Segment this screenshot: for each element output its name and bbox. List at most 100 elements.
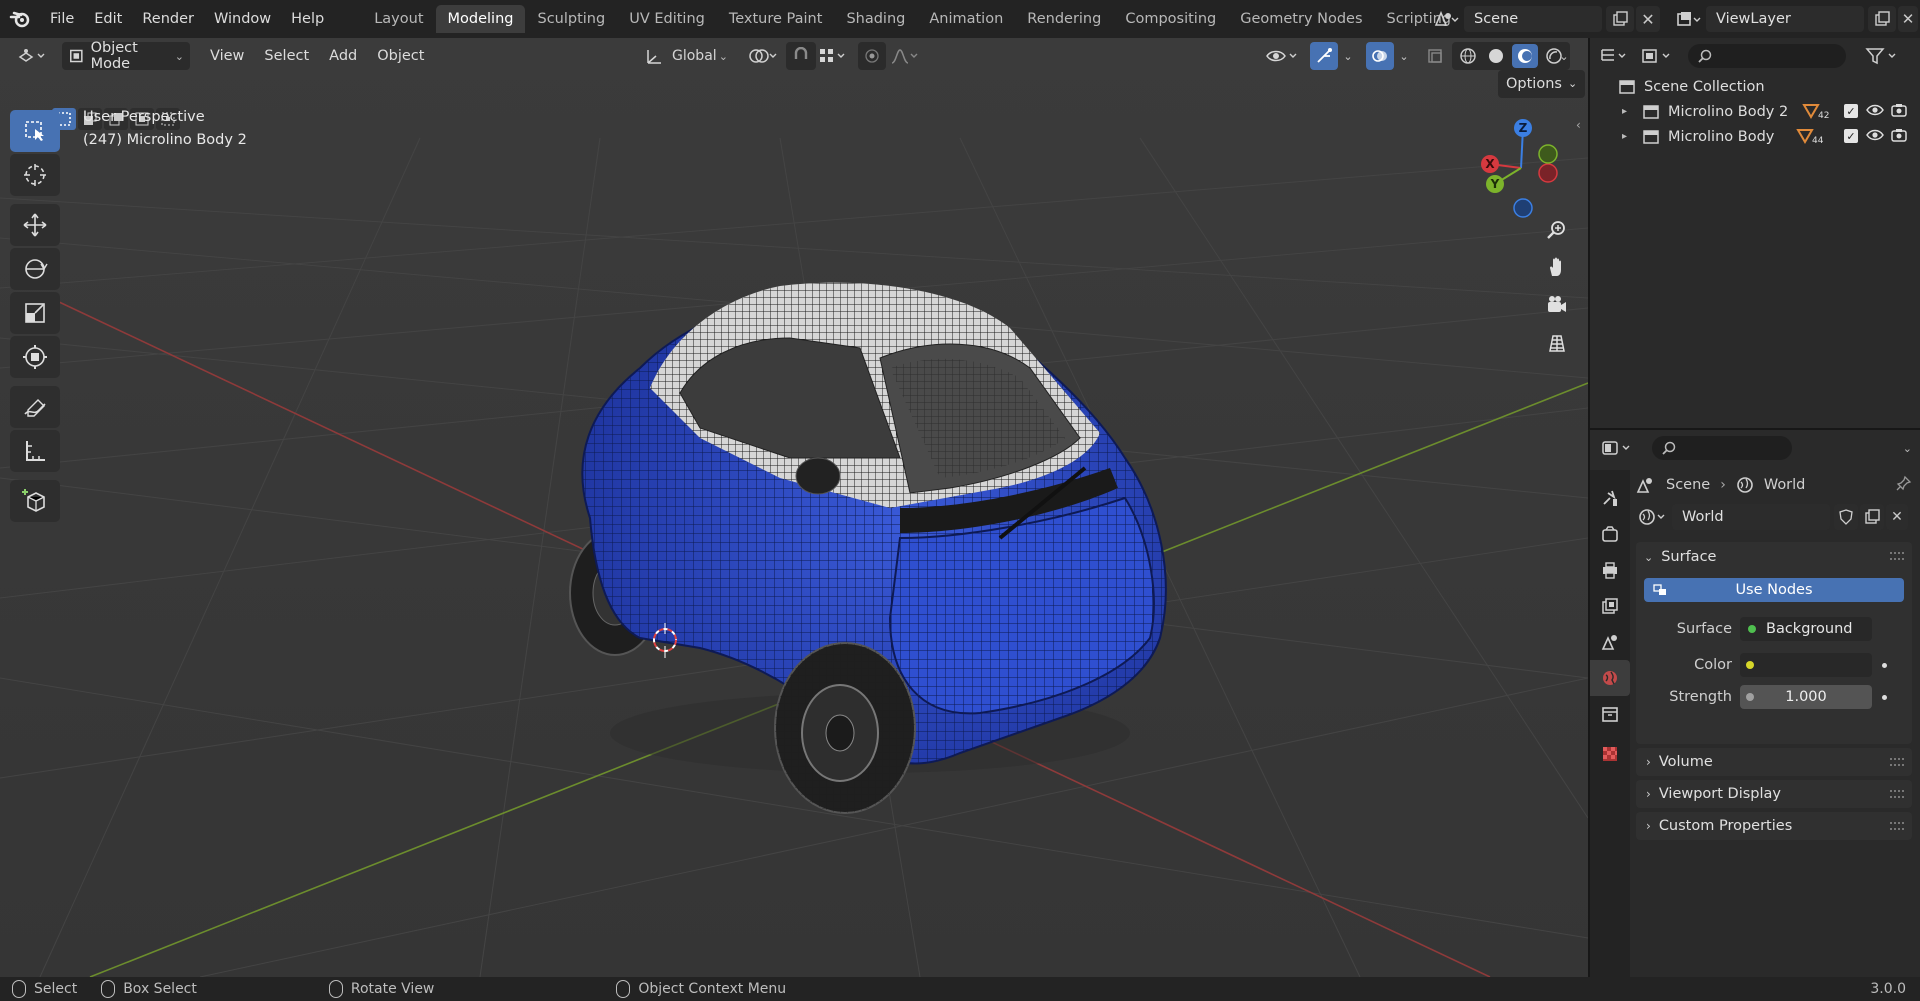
tab-texture[interactable] bbox=[1590, 736, 1630, 772]
tab-output[interactable] bbox=[1590, 552, 1630, 588]
outliner-row-microlino-body[interactable]: ▸ Microlino Body 44 ✓ bbox=[1590, 124, 1920, 149]
wireframe-shading-icon[interactable] bbox=[1456, 44, 1480, 68]
tool-transform[interactable] bbox=[10, 336, 60, 378]
tab-texture-paint[interactable]: Texture Paint bbox=[717, 5, 835, 33]
eye-icon[interactable] bbox=[1866, 102, 1884, 122]
tab-render[interactable] bbox=[1590, 516, 1630, 552]
pin-icon[interactable] bbox=[1896, 475, 1912, 495]
outliner-row-microlino-body-2[interactable]: ▸ Microlino Body 2 42 ✓ bbox=[1590, 99, 1920, 124]
tab-rendering[interactable]: Rendering bbox=[1015, 5, 1113, 33]
tab-modeling[interactable]: Modeling bbox=[435, 5, 526, 33]
outliner-editor-type-icon[interactable] bbox=[1598, 43, 1632, 69]
surface-panel-header[interactable]: ⌄ Surface bbox=[1636, 542, 1912, 572]
gizmo-toggle-icon[interactable] bbox=[1310, 42, 1338, 70]
gizmo-neg-y-icon[interactable] bbox=[1538, 144, 1558, 164]
outliner-search-input[interactable] bbox=[1688, 44, 1846, 68]
tool-measure[interactable] bbox=[10, 430, 60, 472]
tab-uv-editing[interactable]: UV Editing bbox=[617, 5, 717, 33]
panel-grip-icon[interactable] bbox=[1890, 758, 1904, 766]
delete-scene-icon[interactable]: ✕ bbox=[1636, 6, 1660, 32]
tool-rotate[interactable] bbox=[10, 248, 60, 290]
panel-grip-icon[interactable] bbox=[1890, 822, 1904, 830]
pivot-point-icon[interactable] bbox=[744, 42, 784, 70]
strength-field[interactable]: 1.000 bbox=[1740, 685, 1872, 709]
new-scene-icon[interactable] bbox=[1606, 6, 1634, 32]
pan-view-button[interactable] bbox=[1540, 250, 1574, 284]
menu-view[interactable]: View bbox=[202, 42, 252, 70]
properties-editor-type-icon[interactable] bbox=[1598, 435, 1638, 461]
menu-object[interactable]: Object bbox=[369, 42, 432, 70]
duplicate-world-icon[interactable] bbox=[1860, 504, 1884, 530]
display-mode-icon[interactable] bbox=[1638, 43, 1678, 69]
fake-user-shield-icon[interactable] bbox=[1834, 504, 1858, 530]
exclude-checkbox[interactable]: ✓ bbox=[1844, 129, 1858, 143]
filter-icon[interactable] bbox=[1862, 43, 1902, 69]
color-field[interactable] bbox=[1740, 653, 1872, 677]
chevron-down-icon[interactable]: ⌄ bbox=[1394, 42, 1414, 70]
tab-collection[interactable] bbox=[1590, 696, 1630, 732]
render-camera-icon[interactable] bbox=[1890, 127, 1908, 147]
world-browse-icon[interactable] bbox=[1636, 504, 1670, 530]
tool-select-box[interactable] bbox=[10, 110, 60, 152]
scene-browse-icon[interactable] bbox=[1428, 5, 1464, 33]
viewport-display-panel-header[interactable]: › Viewport Display bbox=[1636, 780, 1912, 808]
blender-logo-icon[interactable] bbox=[0, 0, 40, 38]
render-camera-icon[interactable] bbox=[1890, 102, 1908, 122]
visibility-toggle-icon[interactable] bbox=[1262, 42, 1302, 70]
tool-add-cube[interactable] bbox=[10, 480, 60, 522]
delete-viewlayer-icon[interactable]: ✕ bbox=[1898, 6, 1918, 32]
tab-view-layer[interactable] bbox=[1590, 588, 1630, 624]
snap-toggle-icon[interactable] bbox=[786, 42, 816, 70]
mode-dropdown[interactable]: Object Mode ⌄ bbox=[62, 40, 190, 72]
tab-tool[interactable] bbox=[1590, 480, 1630, 516]
tab-compositing[interactable]: Compositing bbox=[1113, 5, 1228, 33]
keyframe-dot-icon[interactable] bbox=[1882, 694, 1887, 700]
new-viewlayer-icon[interactable] bbox=[1868, 6, 1896, 32]
tool-annotate[interactable] bbox=[10, 386, 60, 428]
eye-icon[interactable] bbox=[1866, 127, 1884, 147]
custom-properties-panel-header[interactable]: › Custom Properties bbox=[1636, 812, 1912, 840]
gizmo-neg-x-icon[interactable] bbox=[1538, 163, 1558, 183]
menu-help[interactable]: Help bbox=[281, 0, 334, 38]
menu-add[interactable]: Add bbox=[321, 42, 365, 70]
options-dropdown[interactable]: Options ⌄ bbox=[1498, 70, 1586, 98]
tab-geometry-nodes[interactable]: Geometry Nodes bbox=[1228, 5, 1374, 33]
menu-file[interactable]: File bbox=[40, 0, 84, 38]
proportional-editing-icon[interactable] bbox=[858, 42, 886, 70]
use-nodes-button[interactable]: Use Nodes bbox=[1644, 578, 1904, 602]
solid-shading-icon[interactable] bbox=[1484, 44, 1508, 68]
editor-type-icon[interactable] bbox=[10, 42, 56, 70]
tab-sculpting[interactable]: Sculpting bbox=[525, 5, 617, 33]
world-name-field[interactable]: World bbox=[1672, 504, 1830, 530]
exclude-checkbox[interactable]: ✓ bbox=[1844, 104, 1858, 118]
menu-window[interactable]: Window bbox=[204, 0, 281, 38]
zoom-view-button[interactable] bbox=[1540, 213, 1574, 247]
volume-panel-header[interactable]: › Volume bbox=[1636, 748, 1912, 776]
chevron-down-icon[interactable]: ⌄ bbox=[1554, 42, 1574, 70]
menu-render[interactable]: Render bbox=[132, 0, 204, 38]
scene-collection-row[interactable]: Scene Collection bbox=[1590, 74, 1920, 99]
panel-grip-icon[interactable] bbox=[1890, 790, 1904, 798]
viewlayer-browse-icon[interactable] bbox=[1672, 5, 1706, 33]
panel-grip-icon[interactable] bbox=[1890, 552, 1904, 560]
expand-arrow-icon[interactable]: ▸ bbox=[1622, 131, 1636, 142]
ortho-toggle-button[interactable] bbox=[1540, 326, 1574, 360]
tab-layout[interactable]: Layout bbox=[362, 5, 435, 33]
tool-cursor[interactable] bbox=[10, 154, 60, 196]
surface-shader-field[interactable]: Background bbox=[1740, 617, 1872, 641]
tab-world[interactable] bbox=[1590, 660, 1630, 696]
falloff-icon[interactable] bbox=[888, 42, 922, 70]
overlays-toggle-icon[interactable] bbox=[1366, 42, 1394, 70]
xray-toggle-icon[interactable] bbox=[1422, 42, 1448, 70]
camera-view-button[interactable] bbox=[1540, 288, 1574, 322]
menu-select[interactable]: Select bbox=[256, 42, 317, 70]
tool-move[interactable] bbox=[10, 204, 60, 246]
tab-shading[interactable]: Shading bbox=[834, 5, 917, 33]
3d-viewport[interactable]: Object Mode ⌄ View Select Add Object Glo… bbox=[0, 38, 1588, 977]
tab-scene[interactable] bbox=[1590, 624, 1630, 660]
gizmo-neg-z-icon[interactable] bbox=[1513, 198, 1533, 218]
menu-edit[interactable]: Edit bbox=[84, 0, 132, 38]
snap-target-icon[interactable] bbox=[816, 42, 850, 70]
viewlayer-name-field[interactable]: ViewLayer bbox=[1706, 6, 1864, 32]
material-preview-icon[interactable] bbox=[1512, 44, 1538, 68]
